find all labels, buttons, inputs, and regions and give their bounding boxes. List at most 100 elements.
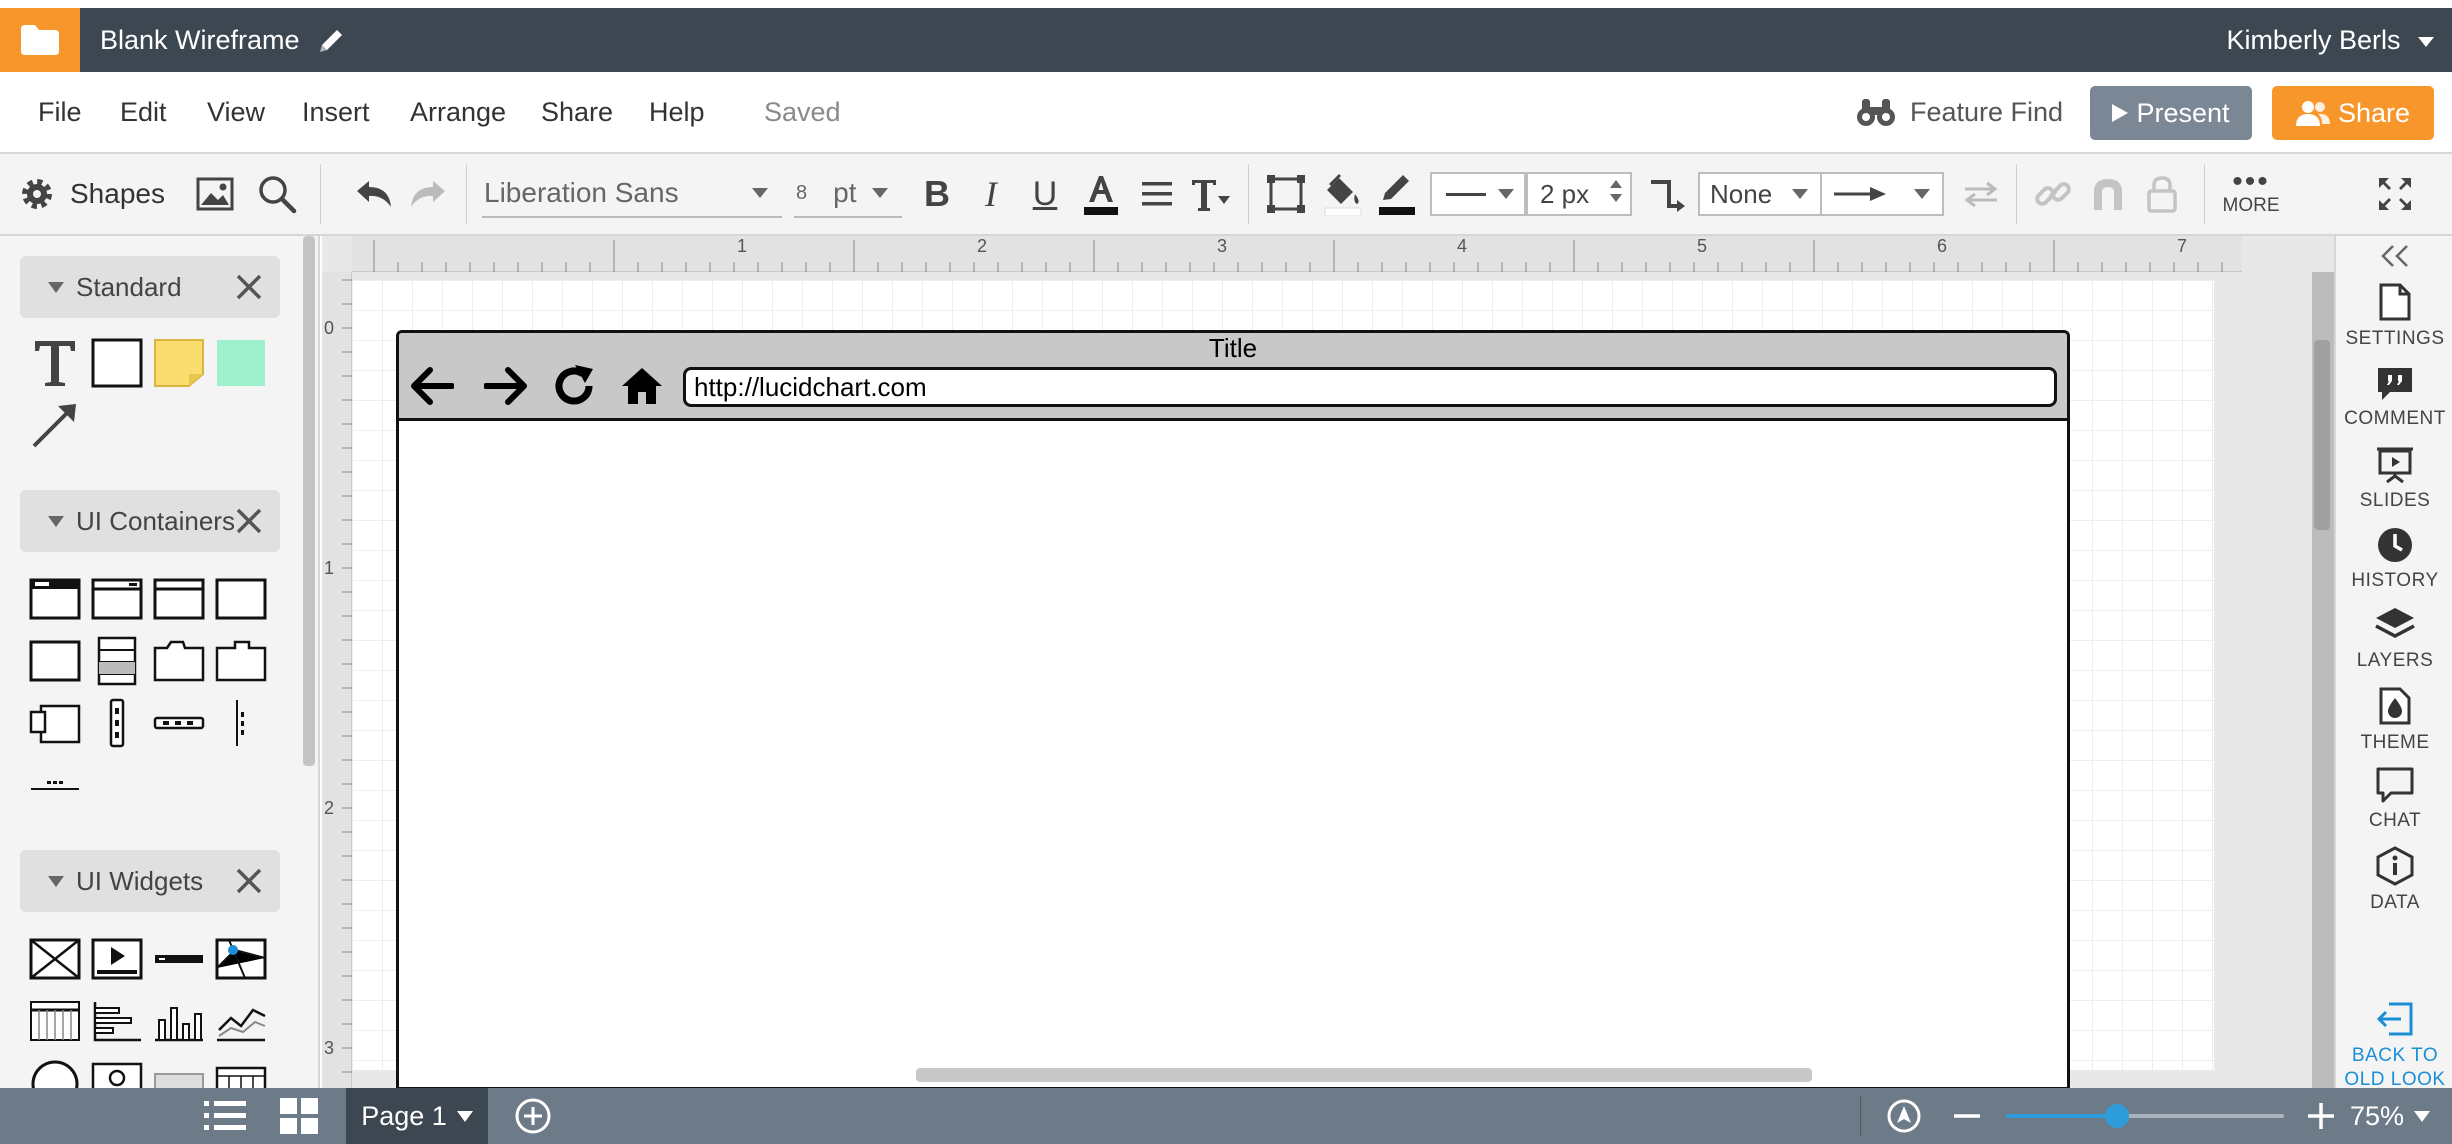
- menu-insert[interactable]: Insert: [302, 72, 370, 152]
- note-shape[interactable]: [152, 339, 206, 387]
- text-shape[interactable]: [28, 340, 82, 386]
- collapse-panel-button[interactable]: [2336, 244, 2452, 274]
- zoom-level-select[interactable]: 75%: [2350, 1088, 2431, 1144]
- browser-window-shape[interactable]: [28, 576, 82, 622]
- stepper-arrows-icon[interactable]: [1610, 180, 1622, 202]
- lock-button[interactable]: [2140, 154, 2184, 234]
- panel-layers[interactable]: LAYERS: [2336, 606, 2452, 672]
- present-button[interactable]: Present: [2090, 86, 2252, 140]
- zoom-out-button[interactable]: [1952, 1088, 1982, 1144]
- panel-comment[interactable]: COMMENT: [2336, 366, 2452, 430]
- connector-style-button[interactable]: [1642, 154, 1692, 234]
- undo-button[interactable]: [350, 154, 398, 234]
- text-align-button[interactable]: [1132, 154, 1182, 234]
- browser-window-wireframe[interactable]: Title http://lucidchart.com: [396, 330, 2070, 1088]
- search-shapes-button[interactable]: [252, 154, 302, 234]
- arrow-start-select[interactable]: None: [1698, 172, 1822, 216]
- panel-chat[interactable]: CHAT: [2336, 766, 2452, 832]
- panel-data[interactable]: DATA: [2336, 846, 2452, 914]
- browser-toolbar[interactable]: Title http://lucidchart.com: [399, 333, 2067, 421]
- forward-arrow-icon[interactable]: [481, 361, 531, 411]
- italic-button[interactable]: I: [966, 154, 1016, 234]
- dialog-shape[interactable]: [152, 576, 206, 622]
- canvas-page[interactable]: Title http://lucidchart.com: [352, 280, 2214, 1088]
- zoom-slider[interactable]: [2006, 1114, 2284, 1118]
- line-style-select[interactable]: [1430, 172, 1526, 216]
- menu-file[interactable]: File: [38, 72, 82, 152]
- line-color-button[interactable]: [1372, 154, 1422, 234]
- font-family-select[interactable]: Liberation Sans: [482, 170, 782, 218]
- vertical-toolbar-shape[interactable]: [90, 698, 144, 748]
- line-width-stepper[interactable]: 2 px: [1526, 172, 1632, 216]
- navigate-button[interactable]: [1886, 1088, 1922, 1144]
- address-bar[interactable]: http://lucidchart.com: [683, 367, 2057, 407]
- close-icon[interactable]: [232, 504, 266, 538]
- avatar-shape[interactable]: [90, 1060, 144, 1088]
- library-header-standard[interactable]: Standard: [20, 256, 280, 318]
- fullscreen-button[interactable]: [2370, 154, 2420, 234]
- underline-button[interactable]: U: [1020, 154, 1070, 234]
- user-menu[interactable]: Kimberly Berls: [2226, 8, 2434, 72]
- table-shape[interactable]: [28, 998, 82, 1044]
- drawing-canvas[interactable]: 1 2 3 4 5 6 7 0 1 2 3 Title http://lucid…: [322, 236, 2334, 1088]
- horizontal-divider-shape[interactable]: [28, 762, 82, 808]
- fill-color-button[interactable]: [1318, 154, 1368, 234]
- horizontal-bar-chart-shape[interactable]: [90, 998, 144, 1044]
- page-tab-1[interactable]: Page 1: [346, 1088, 488, 1144]
- close-icon[interactable]: [232, 864, 266, 898]
- map-shape[interactable]: [214, 936, 268, 982]
- circle-shape[interactable]: [28, 1060, 82, 1088]
- back-arrow-icon[interactable]: [407, 361, 457, 411]
- feature-find-button[interactable]: Feature Find: [1856, 72, 2063, 152]
- progress-bar-shape[interactable]: [152, 936, 206, 982]
- panel-slides[interactable]: SLIDES: [2336, 446, 2452, 512]
- vertical-divider-shape[interactable]: [214, 700, 268, 746]
- image-placeholder-shape[interactable]: [28, 936, 82, 982]
- image-button[interactable]: [190, 154, 240, 234]
- text-color-button[interactable]: [1076, 154, 1126, 234]
- tabbed-panel-shape[interactable]: [214, 638, 268, 684]
- menu-view[interactable]: View: [207, 72, 265, 152]
- panel-theme[interactable]: THEME: [2336, 686, 2452, 754]
- add-page-button[interactable]: [514, 1088, 552, 1144]
- horizontal-scrollbar[interactable]: [916, 1068, 1812, 1082]
- share-button[interactable]: Share: [2272, 86, 2434, 140]
- menu-edit[interactable]: Edit: [120, 72, 167, 152]
- document-title[interactable]: Blank Wireframe: [100, 8, 300, 72]
- pencil-icon[interactable]: [316, 26, 346, 56]
- sidebar-scrollbar[interactable]: [303, 236, 315, 766]
- more-button[interactable]: ••• MORE: [2218, 154, 2284, 234]
- font-size-select[interactable]: 8 pt: [794, 170, 902, 218]
- shapes-toggle[interactable]: Shapes: [18, 154, 168, 234]
- window-shape[interactable]: [90, 576, 144, 622]
- line-shape[interactable]: [28, 402, 82, 448]
- rectangle-shape[interactable]: [90, 338, 144, 388]
- calendar-shape[interactable]: [214, 1060, 268, 1088]
- vertical-scrollbar[interactable]: [2314, 340, 2330, 530]
- block-shape[interactable]: [214, 340, 268, 386]
- zoom-slider-knob[interactable]: [2105, 1104, 2130, 1128]
- back-to-old-look-link[interactable]: BACK TO OLD LOOK: [2336, 1000, 2452, 1088]
- zoom-in-button[interactable]: [2306, 1088, 2336, 1144]
- column-chart-shape[interactable]: [152, 998, 206, 1044]
- panel-shape[interactable]: [214, 576, 268, 622]
- home-icon[interactable]: [617, 361, 667, 411]
- browser-title[interactable]: Title: [399, 333, 2067, 364]
- documents-folder-button[interactable]: [0, 8, 80, 72]
- page-list-button[interactable]: [204, 1088, 246, 1144]
- menu-share[interactable]: Share: [541, 72, 613, 152]
- close-icon[interactable]: [232, 270, 266, 304]
- text-options-button[interactable]: [1186, 154, 1236, 234]
- popover-shape[interactable]: [28, 700, 82, 746]
- box-shape[interactable]: [28, 638, 82, 684]
- placeholder-block-shape[interactable]: [152, 1060, 206, 1088]
- video-player-shape[interactable]: [90, 936, 144, 982]
- shape-border-button[interactable]: [1262, 154, 1310, 234]
- horizontal-toolbar-shape[interactable]: [152, 700, 206, 746]
- folder-tab-shape[interactable]: [152, 638, 206, 684]
- line-chart-shape[interactable]: [214, 998, 268, 1044]
- panel-settings[interactable]: SETTINGS: [2336, 282, 2452, 350]
- menu-arrange[interactable]: Arrange: [410, 72, 506, 152]
- bold-button[interactable]: B: [912, 154, 962, 234]
- library-header-ui-widgets[interactable]: UI Widgets: [20, 850, 280, 912]
